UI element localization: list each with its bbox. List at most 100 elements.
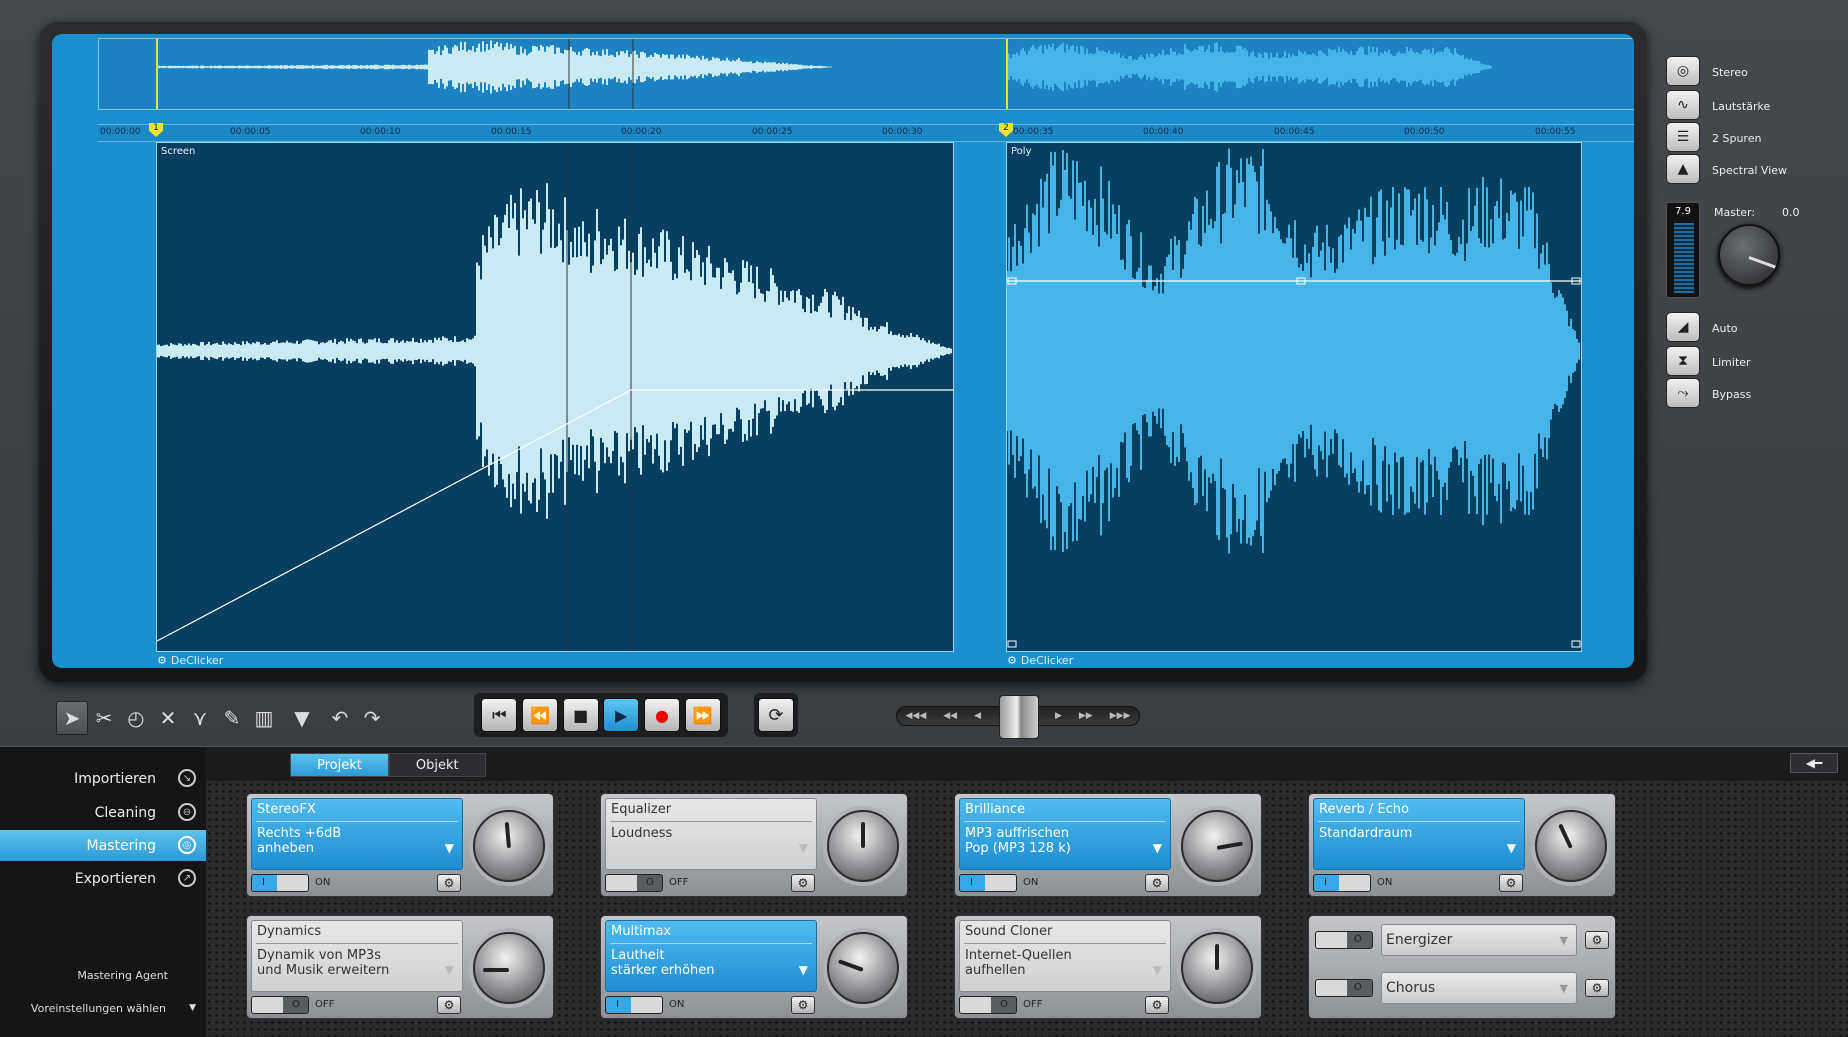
tick-label: 00:00:00	[100, 127, 141, 137]
auto-button[interactable]: ◢	[1666, 312, 1700, 342]
preset-combo[interactable]: Sound Cloner Internet-Quellen aufhellen …	[959, 920, 1171, 992]
chevron-down-icon: ▼	[798, 963, 808, 977]
toggle-state: ON	[315, 877, 331, 888]
settings-button[interactable]: ⚙	[437, 996, 461, 1014]
view-panel: ◎ Stereo ∿ Lautstärke ☰ 2 Spuren ▲ Spect…	[1660, 54, 1848, 414]
gear-icon: ⚙	[797, 876, 809, 890]
preset-combo[interactable]: Dynamics Dynamik von MP3s und Musik erwe…	[251, 920, 463, 992]
pencil-tool[interactable]: ✎	[216, 701, 248, 735]
mastering-agent-link[interactable]: Mastering Agent	[0, 969, 206, 982]
tick-label: 00:00:55	[1535, 127, 1576, 137]
skip-start-button[interactable]: ⏮	[481, 698, 518, 732]
spectral-view-label: Spectral View	[1712, 164, 1788, 177]
module-title: Reverb / Echo	[1319, 802, 1409, 817]
preset-combo[interactable]: Equalizer Loudness ▼	[605, 798, 817, 870]
chorus-combo[interactable]: Chorus ▼	[1381, 972, 1577, 1004]
envelope-tool[interactable]: ⋎	[184, 701, 216, 735]
settings-button[interactable]: ⚙	[791, 874, 815, 892]
timeline-ruler[interactable]: 00:00:00 00:00:05 00:00:10 00:00:15 00:0…	[98, 123, 1634, 142]
meter-bars	[1674, 223, 1694, 293]
amount-knob[interactable]	[1181, 810, 1253, 882]
preset-combo[interactable]: Multimax Lautheit stärker erhöhen ▼	[605, 920, 817, 992]
shuttle-handle[interactable]	[999, 695, 1039, 739]
amount-knob[interactable]	[827, 810, 899, 882]
gear-icon[interactable]: ⚙	[157, 654, 167, 667]
amount-knob[interactable]	[473, 932, 545, 1004]
power-toggle[interactable]: I	[959, 874, 1017, 892]
nav-cleaning[interactable]: Cleaning ⊖	[0, 797, 206, 828]
power-toggle[interactable]: O	[1315, 979, 1373, 997]
stop-button[interactable]: ■	[562, 698, 599, 732]
power-toggle[interactable]: I	[605, 996, 663, 1014]
amount-knob[interactable]	[473, 810, 545, 882]
undo-button[interactable]: ↶	[324, 701, 356, 735]
select-tool[interactable]: ➤	[56, 701, 88, 735]
marker-1[interactable]: 1	[149, 123, 163, 137]
gear-icon[interactable]: ⚙	[1007, 654, 1017, 667]
record-button[interactable]: ●	[643, 698, 680, 732]
power-toggle[interactable]: O	[1315, 931, 1373, 949]
nav-exportieren[interactable]: Exportieren ↗	[0, 863, 206, 894]
preset-combo[interactable]: Brilliance MP3 auffrischen Pop (MP3 128 …	[959, 798, 1171, 870]
pencil-icon: ✎	[223, 706, 241, 730]
preset-combo[interactable]: Reverb / Echo Standardraum ▼	[1313, 798, 1525, 870]
amount-knob[interactable]	[1181, 932, 1253, 1004]
clip-fx-bar[interactable]: ⚙ DeClicker	[157, 654, 223, 667]
power-toggle[interactable]: O	[605, 874, 663, 892]
energizer-combo[interactable]: Energizer ▼	[1381, 924, 1577, 956]
time-tool[interactable]: ◴	[120, 701, 152, 735]
volume-button[interactable]: ∿	[1666, 90, 1700, 120]
tick-label: 00:00:25	[752, 127, 793, 137]
fast-forward-button[interactable]: ⏩	[684, 698, 721, 732]
preset-combo[interactable]: StereoFX Rechts +6dB anheben ▼	[251, 798, 463, 870]
track-area[interactable]: Screen ⚙ DeClicker Poly ⚙ DeClicker	[98, 142, 1634, 667]
settings-button[interactable]: ⚙	[1585, 931, 1609, 949]
settings-button[interactable]: ⚙	[1499, 874, 1523, 892]
settings-button[interactable]: ⚙	[1585, 979, 1609, 997]
audio-clip-screen[interactable]: Screen ⚙ DeClicker	[156, 142, 954, 667]
overview-svg	[156, 39, 1492, 109]
toggle-state: ON	[1377, 877, 1393, 888]
bypass-button[interactable]: ⤳	[1666, 378, 1700, 408]
settings-button[interactable]: ⚙	[1145, 996, 1169, 1014]
gear-icon: ⚙	[443, 876, 455, 890]
nav-mastering[interactable]: Mastering ◎	[0, 830, 206, 861]
delete-tool[interactable]: ✕	[152, 701, 184, 735]
tab-bar: Projekt Objekt	[290, 753, 486, 777]
two-tracks-button[interactable]: ☰	[1666, 122, 1700, 152]
nodes-icon: ⋎	[192, 706, 208, 730]
play-button[interactable]: ▶	[603, 698, 640, 732]
tab-projekt[interactable]: Projekt	[290, 753, 389, 777]
master-volume-knob[interactable]	[1718, 224, 1780, 286]
overview-waveform[interactable]	[98, 38, 1634, 110]
loop-button[interactable]: ⟳	[758, 698, 794, 732]
power-toggle[interactable]: O	[959, 996, 1017, 1014]
cut-tool[interactable]: ✂	[88, 701, 120, 735]
amount-knob[interactable]	[827, 932, 899, 1004]
rewind-button[interactable]: ⏪	[521, 698, 558, 732]
back-button[interactable]: ◀━	[1790, 753, 1838, 773]
redo-button[interactable]: ↷	[356, 701, 388, 735]
power-toggle[interactable]: I	[251, 874, 309, 892]
marker-2[interactable]: 2	[999, 123, 1013, 137]
settings-button[interactable]: ⚙	[1145, 874, 1169, 892]
spectral-tool[interactable]: ▥	[248, 701, 280, 735]
amount-knob[interactable]	[1535, 810, 1607, 882]
preset-select[interactable]: Voreinstellungen wählen ▼	[0, 1002, 206, 1015]
stereo-button[interactable]: ◎	[1666, 56, 1700, 86]
spectral-view-button[interactable]: ▲	[1666, 154, 1700, 184]
nav-label: Importieren	[74, 770, 156, 787]
power-toggle[interactable]: O	[251, 996, 309, 1014]
settings-button[interactable]: ⚙	[437, 874, 461, 892]
nav-importieren[interactable]: Importieren ↘	[0, 763, 206, 794]
limiter-icon: ⧗	[1678, 353, 1688, 369]
clip-fx-bar[interactable]: ⚙ DeClicker	[1007, 654, 1073, 667]
settings-button[interactable]: ⚙	[791, 996, 815, 1014]
audio-clip-poly[interactable]: Poly ⚙ DeClicker	[1006, 142, 1582, 667]
power-toggle[interactable]: I	[1313, 874, 1371, 892]
shuttle-slow-back-icon: ◀	[974, 711, 981, 721]
tab-objekt[interactable]: Objekt	[388, 753, 486, 777]
shuttle-slider[interactable]: ◀◀◀ ◀◀ ◀ ▶ ▶▶ ▶▶▶	[896, 695, 1140, 739]
marker-tool[interactable]: ▼	[280, 701, 324, 735]
limiter-button[interactable]: ⧗	[1666, 346, 1700, 376]
